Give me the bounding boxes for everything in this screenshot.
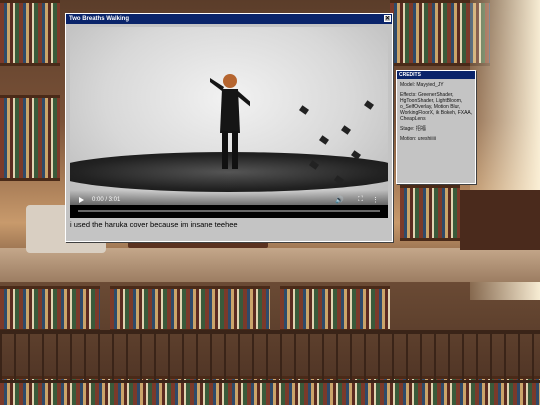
volume-icon[interactable]: 🔊: [335, 196, 344, 204]
close-button[interactable]: ✕: [384, 15, 391, 22]
player-controls: 0:00 / 3:01 🔊 ⛶ ⋮: [70, 190, 388, 218]
credits-model: Model: Mayyied_JY: [400, 82, 444, 88]
bookshelf: [280, 286, 390, 332]
bookshelf: [110, 286, 270, 332]
video-caption: i used the haruka cover because im insan…: [70, 220, 238, 229]
floating-shard: [299, 105, 309, 115]
video-frame: [70, 27, 388, 205]
floating-shard: [341, 125, 351, 135]
video-player[interactable]: 0:00 / 3:01 🔊 ⛶ ⋮: [70, 27, 388, 218]
fullscreen-icon[interactable]: ⛶: [358, 196, 363, 204]
floating-shard: [364, 100, 374, 110]
credits-effects: Effects: GreenerShader, HgToonShader, Li…: [400, 92, 473, 122]
bookshelf: [400, 185, 460, 241]
credits-titlebar[interactable]: CREDITS: [397, 71, 475, 79]
bookshelf: [0, 0, 60, 66]
credits-window[interactable]: CREDITS Model: Mayyied_JY Effects: Green…: [396, 70, 476, 184]
play-icon[interactable]: [79, 197, 84, 203]
video-window[interactable]: Two Breaths Walking ✕ 0:00 / 3:01 🔊 ⛶ ⋮ …: [65, 13, 393, 242]
time-display: 0:00 / 3:01: [92, 197, 121, 203]
credits-motion: Motion: ureshiiiii: [400, 136, 436, 142]
floor: [0, 248, 540, 282]
credits-body: Model: Mayyied_JY Effects: GreenerShader…: [397, 79, 475, 142]
balcony-railing: [0, 330, 540, 383]
seek-bar[interactable]: [78, 210, 380, 212]
video-window-titlebar[interactable]: Two Breaths Walking ✕: [66, 14, 392, 24]
dancer-figure: [210, 74, 250, 169]
floating-shard: [319, 135, 329, 145]
bench: [460, 190, 540, 250]
credits-stage: Stage: 招福: [400, 126, 426, 132]
bookshelf: [0, 286, 100, 332]
video-window-title: Two Breaths Walking: [69, 16, 130, 22]
bookshelf: [0, 95, 60, 181]
more-icon[interactable]: ⋮: [372, 196, 379, 204]
